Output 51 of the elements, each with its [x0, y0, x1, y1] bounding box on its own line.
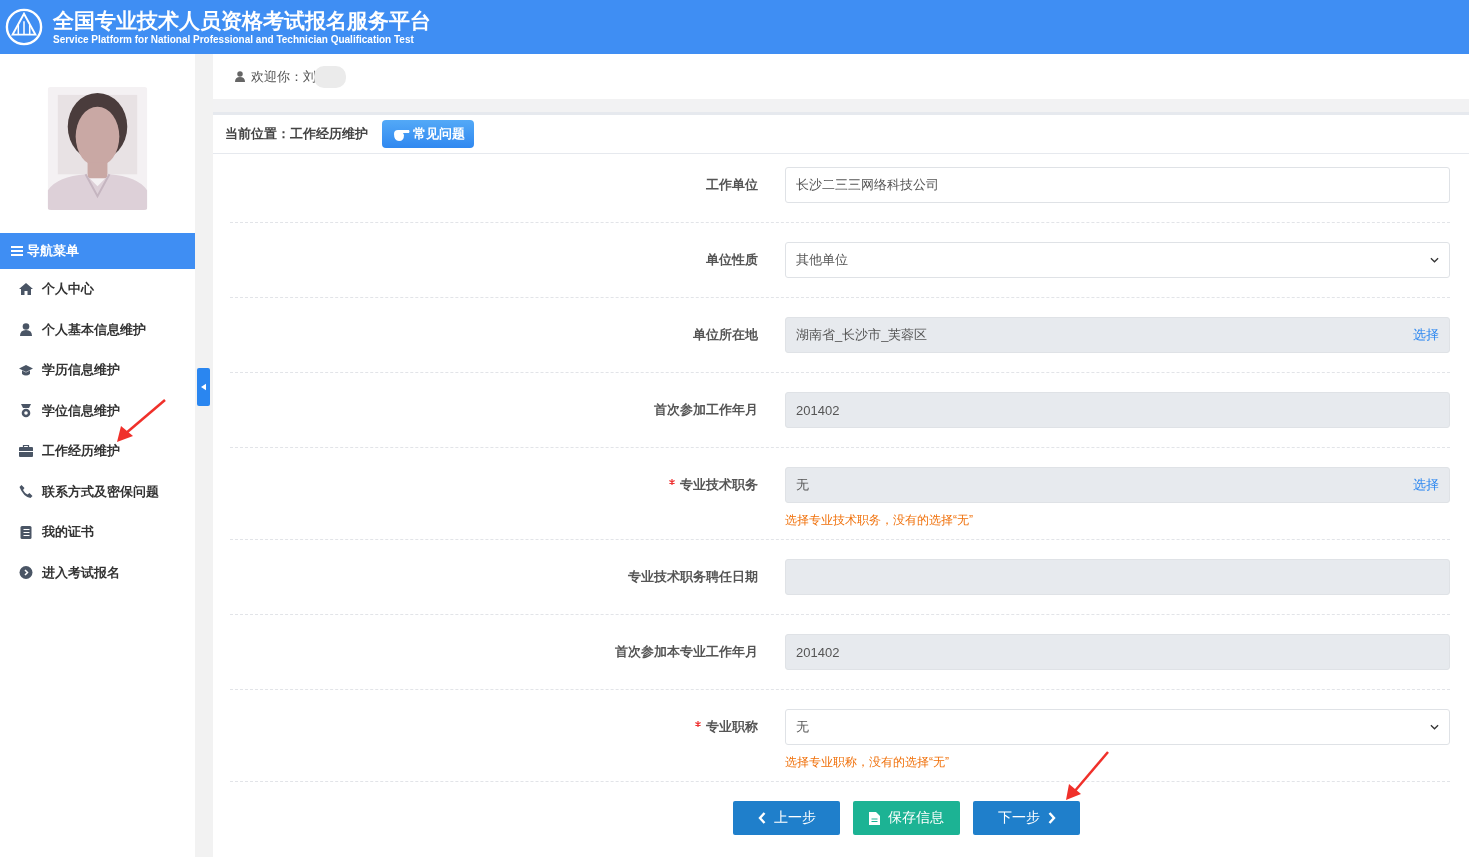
graduation-cap-icon	[19, 364, 33, 376]
user-icon	[19, 323, 33, 337]
sidebar-item[interactable]: 个人中心	[0, 269, 195, 310]
phone-icon	[19, 485, 33, 499]
sidebar-item[interactable]: 工作经历维护	[0, 431, 195, 472]
nav-menu-title: 导航菜单	[27, 242, 79, 260]
chevron-circle-icon	[19, 566, 33, 580]
user-icon	[235, 71, 245, 82]
input-field[interactable]: 长沙二三三网络科技公司	[785, 167, 1450, 203]
sidebar-item[interactable]: 进入考试报名	[0, 552, 195, 593]
field-value: 201402	[796, 644, 840, 660]
sidebar-item[interactable]: 学历信息维护	[0, 350, 195, 391]
field-hint: 选择专业职称，没有的选择“无”	[785, 754, 950, 771]
annotation-arrow	[1064, 750, 1110, 802]
field-label: 单位性质	[706, 252, 758, 267]
field-label: 首次参加工作年月	[654, 402, 758, 417]
site-title: 全国专业技术人员资格考试报名服务平台	[53, 9, 431, 31]
field-value: 湖南省_长沙市_芙蓉区	[796, 326, 928, 344]
field-value: 201402	[796, 402, 840, 418]
book-icon	[19, 525, 33, 539]
field-label: 首次参加本专业工作年月	[615, 644, 758, 659]
breadcrumb: 当前位置：工作经历维护	[225, 125, 368, 143]
dropdown[interactable]: 其他单位	[785, 242, 1450, 278]
chevron-left-icon	[757, 812, 766, 824]
previous-step-button[interactable]: 上一步	[733, 801, 840, 835]
welcome-text: 欢迎你：刘	[251, 67, 316, 86]
caret-left-icon	[201, 383, 206, 391]
field-value: 无	[796, 476, 809, 494]
logo-icon	[5, 8, 43, 46]
sidebar-item[interactable]: 学位信息维护	[0, 390, 195, 431]
home-icon	[19, 283, 33, 296]
sidebar-item[interactable]: 我的证书	[0, 512, 195, 553]
collapse-sidebar-button[interactable]	[197, 368, 210, 406]
field-label: 专业技术职务聘任日期	[628, 569, 758, 584]
sidebar-item[interactable]: 个人基本信息维护	[0, 309, 195, 350]
field-label: 专业职称	[706, 719, 758, 734]
site-subtitle: Service Platform for National Professional and Technician Qualification Test	[53, 34, 415, 45]
medal-icon	[19, 403, 33, 418]
chevron-down-icon	[1430, 257, 1439, 263]
document-icon	[869, 811, 880, 825]
menu-icon	[11, 246, 23, 256]
field-label: 单位所在地	[693, 327, 758, 342]
field-label: 专业技术职务	[680, 477, 758, 492]
briefcase-icon	[19, 445, 33, 458]
field-hint: 选择专业技术职务，没有的选择“无”	[785, 512, 974, 529]
next-step-button[interactable]: 下一步	[973, 801, 1080, 835]
dropdown[interactable]: 无	[785, 709, 1450, 745]
chevron-right-icon	[1047, 812, 1056, 824]
field-label: 工作单位	[706, 177, 758, 192]
chevron-down-icon	[1430, 724, 1439, 730]
sidebar-item[interactable]: 联系方式及密保问题	[0, 471, 195, 512]
